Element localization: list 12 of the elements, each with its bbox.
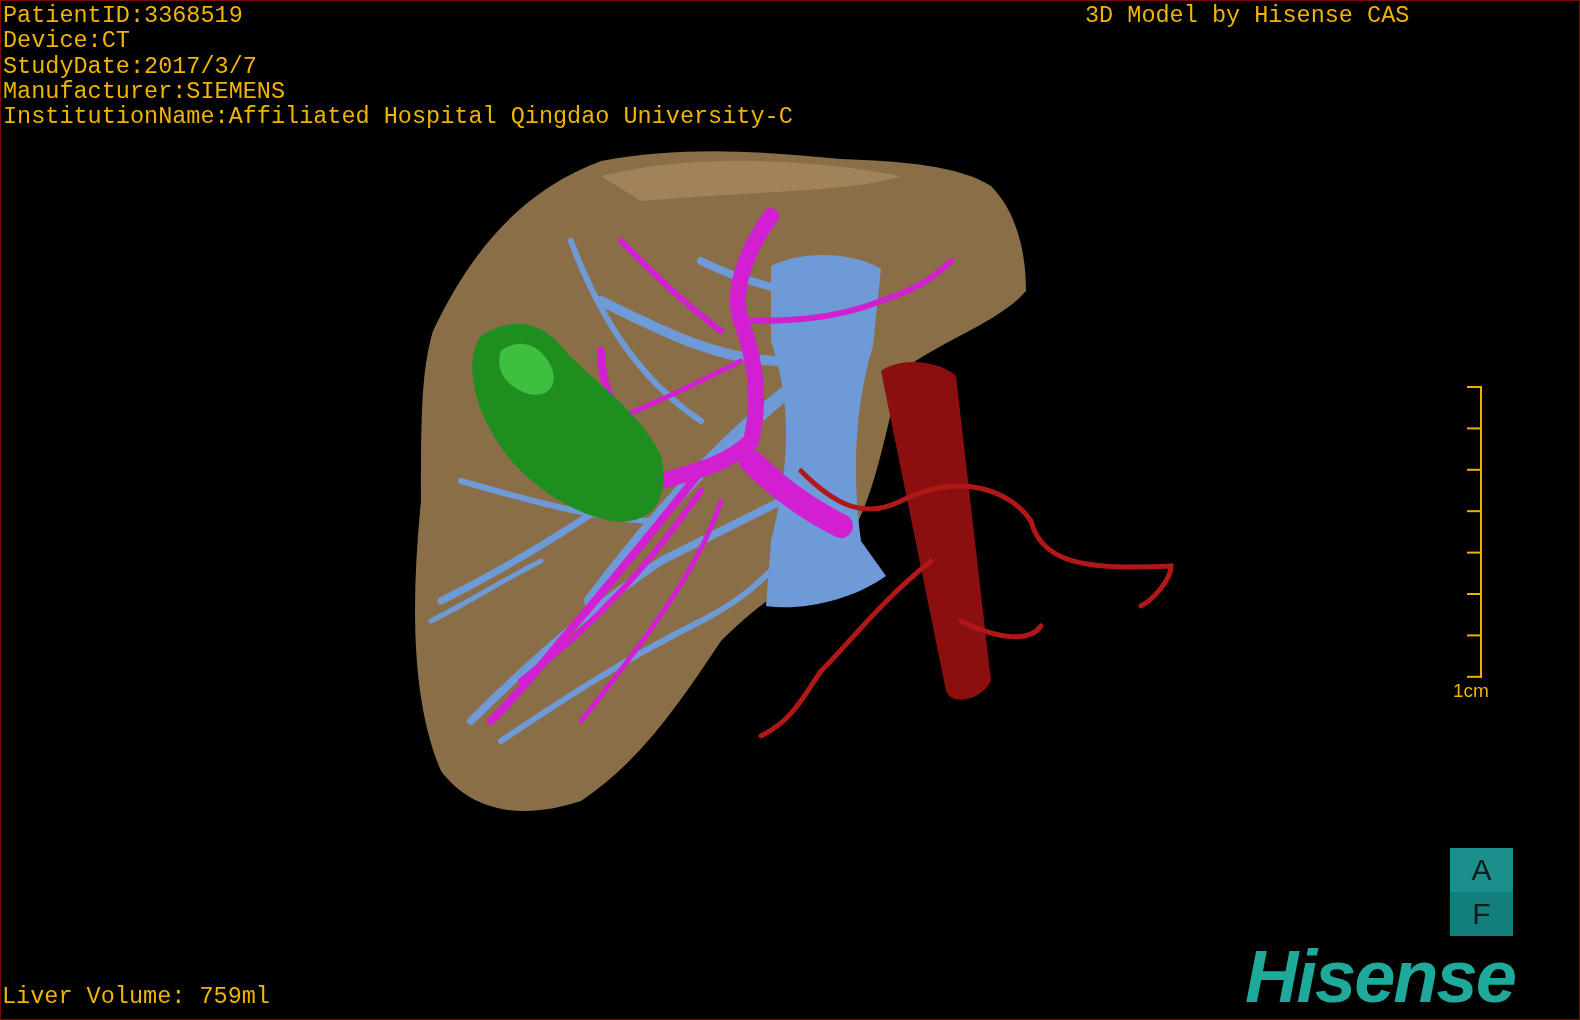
cube-face-label: A	[1450, 848, 1513, 892]
study-info-text: InstitutionName:Affiliated Hospital Qingdao University-C	[3, 104, 793, 130]
scale-label: 1cm	[1453, 680, 1489, 702]
liver-volume-text: Liver Volume: 759ml	[2, 984, 270, 1010]
study-info-text: PatientID:3368519	[3, 3, 244, 29]
study-info-text: Device:CT	[3, 28, 131, 54]
model-title: 3D Model by Hisense CAS	[1085, 3, 1410, 29]
brand-logo: Hisense	[1245, 939, 1515, 1015]
orientation-cube[interactable]: A F	[1450, 848, 1513, 936]
study-info-text: StudyDate:2017/3/7	[3, 53, 258, 79]
cube-face-label: F	[1450, 892, 1513, 936]
study-info-text: Manufacturer:SIEMENS	[3, 78, 287, 105]
